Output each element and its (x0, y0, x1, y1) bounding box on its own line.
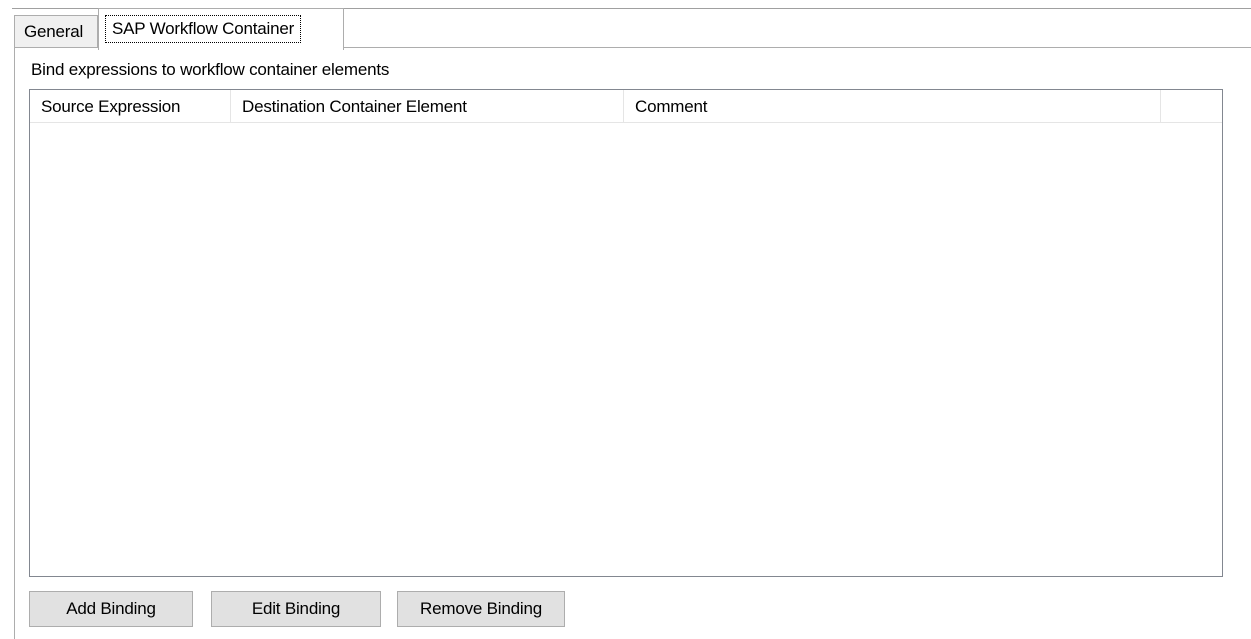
tab-sap-workflow-container-label: SAP Workflow Container (105, 15, 302, 43)
tab-general-label: General (24, 22, 84, 41)
column-header-source-expression[interactable]: Source Expression (30, 90, 231, 123)
bindings-caption: Bind expressions to workflow container e… (31, 60, 390, 79)
tab-general[interactable]: General (14, 15, 98, 48)
column-header-filler (1161, 90, 1222, 123)
edit-binding-button[interactable]: Edit Binding (211, 591, 381, 627)
bindings-list-header: Source Expression Destination Container … (30, 90, 1222, 123)
remove-binding-button[interactable]: Remove Binding (397, 591, 565, 627)
dialog-root: General SAP Workflow Container Bind expr… (0, 0, 1251, 639)
add-binding-button[interactable]: Add Binding (29, 591, 193, 627)
tab-sap-workflow-container[interactable]: SAP Workflow Container (98, 8, 344, 50)
column-header-destination-container-element[interactable]: Destination Container Element (231, 90, 624, 123)
bindings-list[interactable]: Source Expression Destination Container … (29, 89, 1223, 577)
column-header-comment[interactable]: Comment (624, 90, 1161, 123)
